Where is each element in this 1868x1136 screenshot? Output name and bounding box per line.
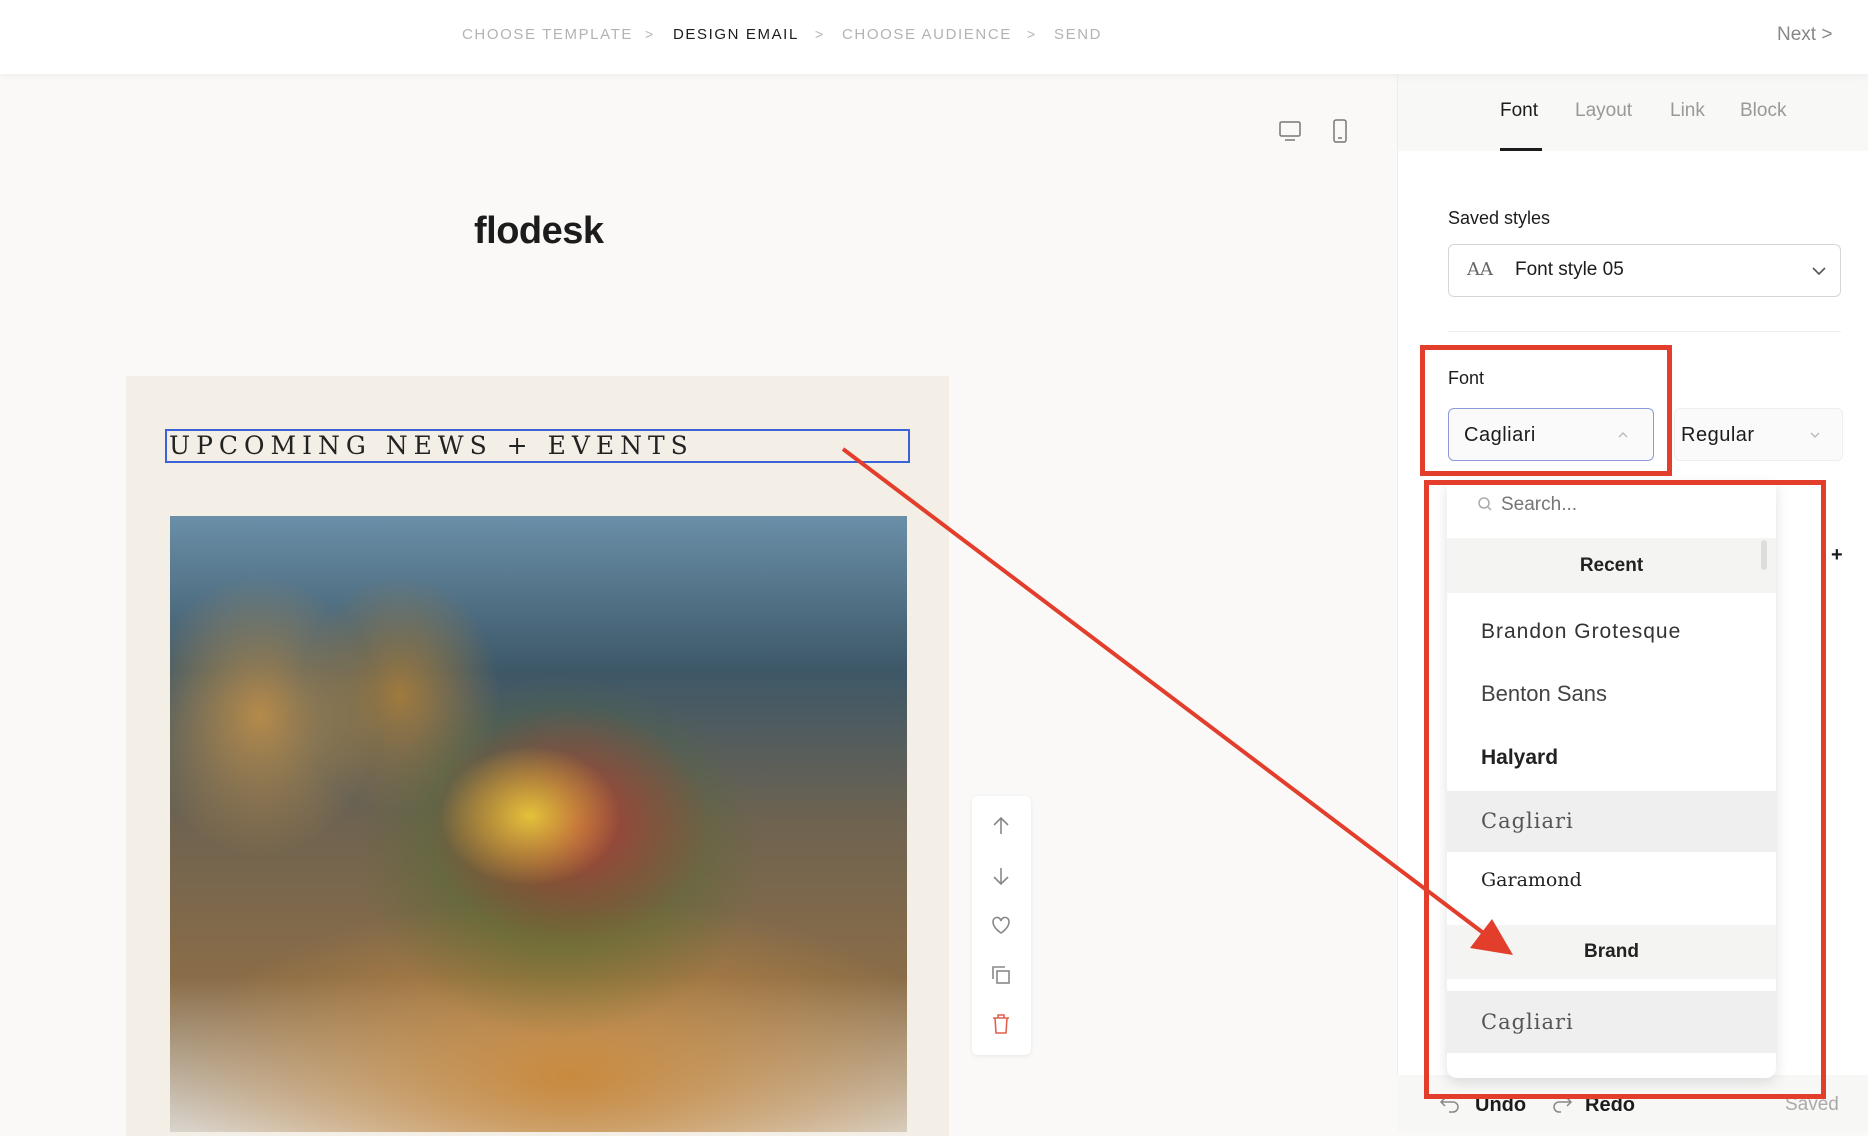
font-weight-select[interactable]: Regular <box>1674 408 1843 461</box>
step-choose-template[interactable]: CHOOSE TEMPLATE <box>462 26 633 43</box>
block-toolbar <box>972 796 1031 1055</box>
duplicate-icon[interactable] <box>989 963 1013 987</box>
chevron-down-icon <box>1810 432 1820 438</box>
event-photo[interactable] <box>170 516 907 1132</box>
mobile-view-icon[interactable] <box>1330 119 1350 143</box>
add-icon[interactable]: + <box>1831 544 1843 567</box>
font-weight-value: Regular <box>1681 424 1755 446</box>
annotation-highlight-dropdown <box>1424 480 1826 1099</box>
tab-font[interactable]: Font <box>1500 100 1538 122</box>
step-separator: > <box>815 26 824 42</box>
email-heading[interactable]: UPCOMING NEWS + EVENTS <box>165 429 910 463</box>
saved-styles-label: Saved styles <box>1448 208 1551 228</box>
desktop-view-icon[interactable] <box>1278 119 1302 143</box>
chevron-down-icon <box>1812 267 1826 276</box>
flodesk-logo: flodesk <box>474 210 604 252</box>
divider <box>1448 331 1841 332</box>
step-separator: > <box>1027 26 1036 42</box>
tab-link[interactable]: Link <box>1670 100 1705 122</box>
step-send[interactable]: SEND <box>1054 26 1102 43</box>
tab-block[interactable]: Block <box>1740 100 1786 122</box>
annotation-highlight-font-select <box>1420 345 1672 476</box>
heart-icon[interactable] <box>989 913 1013 937</box>
top-bar: CHOOSE TEMPLATE > DESIGN EMAIL > CHOOSE … <box>0 0 1868 74</box>
active-tab-indicator <box>1500 148 1542 151</box>
chevron-right-icon: > <box>1821 24 1833 45</box>
step-choose-audience[interactable]: CHOOSE AUDIENCE <box>842 26 1012 43</box>
step-separator: > <box>645 26 654 42</box>
panel-tabs: Font Layout Link Block <box>1398 74 1868 151</box>
step-design-email[interactable]: DESIGN EMAIL <box>673 26 799 43</box>
saved-styles-select[interactable]: AA Font style 05 <box>1448 244 1841 297</box>
saved-style-value: Font style 05 <box>1515 259 1624 280</box>
tab-layout[interactable]: Layout <box>1575 100 1632 122</box>
move-down-icon[interactable] <box>989 864 1013 888</box>
next-button[interactable]: Next > <box>1777 24 1832 46</box>
next-label: Next <box>1777 24 1817 45</box>
trash-icon[interactable] <box>989 1012 1013 1036</box>
font-style-icon: AA <box>1467 259 1493 280</box>
move-up-icon[interactable] <box>989 814 1013 838</box>
